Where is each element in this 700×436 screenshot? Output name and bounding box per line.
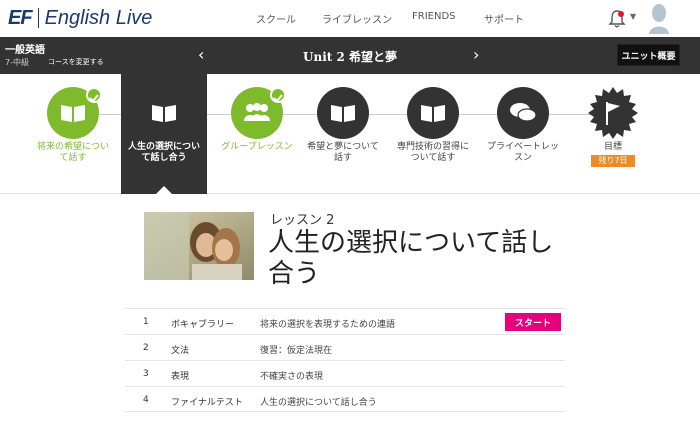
activity-description: 不確実さの表現 (260, 372, 324, 382)
book-icon (61, 105, 85, 122)
lesson-tab-3[interactable]: グループレッスン (214, 74, 300, 194)
activity-number: 4 (143, 395, 149, 405)
notification-dot (618, 11, 624, 17)
lesson-circle (138, 87, 190, 139)
chat-icon (510, 103, 537, 122)
chevron-right-icon[interactable]: › (473, 45, 479, 64)
activity-number: 2 (143, 343, 149, 353)
book-icon (331, 105, 355, 122)
activity-type: 表現 (171, 372, 190, 382)
activity-list: 1 ボキャブラリー 将来の選択を表現するための連語 スタート 2 文法 復習：仮… (125, 308, 565, 412)
lesson-tab-4[interactable]: 希望と夢について話す (300, 74, 386, 194)
logo-mark: EF (8, 6, 33, 29)
top-nav: EF English Live スクール ライブレッスン FRIENDS サポー… (0, 0, 700, 37)
days-left-badge: 残り7日 (591, 155, 635, 167)
unit-overview-button[interactable]: ユニット概要 (617, 44, 680, 66)
flag-icon (588, 87, 638, 139)
lesson-circle (497, 87, 549, 139)
active-indicator (156, 186, 172, 194)
lesson-label: グループレッスン (221, 142, 293, 152)
nav-friends[interactable]: FRIENDS (412, 11, 456, 22)
lesson-tab-2[interactable]: 人生の選択について話し合う (121, 74, 207, 194)
activity-number: 1 (143, 317, 149, 327)
check-icon (86, 87, 102, 103)
lesson-circle (407, 87, 459, 139)
lesson-tab-goal[interactable]: 目標 残り7日 (570, 74, 656, 194)
nav-support[interactable]: サポート (484, 11, 524, 26)
lesson-label: プライベートレッスン (486, 142, 559, 163)
lesson-tab-6[interactable]: プライベートレッスン (480, 74, 566, 194)
lesson-tab-1[interactable]: 将来の希望について話す (30, 74, 116, 194)
activity-type: 文法 (171, 346, 190, 356)
lesson-tab-5[interactable]: 専門技術の習得について話す (390, 74, 476, 194)
activity-row[interactable]: 4 ファイナルテスト 人生の選択について話し合う (125, 386, 565, 412)
lesson-title: 人生の選択について話し合う (268, 228, 554, 289)
group-icon (244, 103, 270, 121)
lesson-label: 人生の選択について話し合う (127, 142, 200, 163)
activity-row[interactable]: 1 ボキャブラリー 将来の選択を表現するための連語 スタート (125, 308, 565, 334)
nav-live-lesson[interactable]: ライブレッスン (322, 11, 392, 26)
avatar[interactable] (648, 2, 670, 34)
logo-divider (37, 8, 39, 28)
chevron-down-icon[interactable]: ▼ (630, 12, 636, 21)
unit-title: Unit 2 希望と夢 (303, 50, 397, 64)
lesson-circle (317, 87, 369, 139)
nav-school[interactable]: スクール (256, 11, 296, 26)
lesson-label: 将来の希望について話す (36, 142, 109, 163)
book-icon (152, 105, 176, 122)
check-icon (270, 87, 286, 103)
book-icon (421, 105, 445, 122)
lesson-label: 専門技術の習得について話す (396, 142, 469, 163)
goal-badge (587, 87, 639, 139)
logo-text: English Live (44, 6, 153, 29)
unit-bar: 一般英語 7-中級 コースを変更する ‹ Unit 2 希望と夢 › ユニット概… (0, 37, 700, 74)
activity-description: 復習：仮定法現在 (260, 346, 333, 356)
ef-logo[interactable]: EF English Live (8, 5, 152, 31)
activity-description: 人生の選択について話し合う (260, 398, 377, 408)
lesson-label: 希望と夢について話す (307, 142, 379, 163)
activity-row[interactable]: 3 表現 不確実さの表現 (125, 360, 565, 386)
start-button[interactable]: スタート (505, 313, 561, 331)
lesson-label: 目標 (603, 142, 622, 152)
activity-description: 将来の選択を表現するための連語 (260, 320, 396, 330)
lesson-strip: 将来の希望について話す 人生の選択について話し合う グループレッスン 希望と夢に… (0, 74, 700, 194)
activity-type: ファイナルテスト (171, 398, 243, 408)
activity-type: ボキャブラリー (171, 320, 235, 330)
activity-row[interactable]: 2 文法 復習：仮定法現在 (125, 334, 565, 360)
activity-number: 3 (143, 369, 149, 379)
lesson-number: レッスン 2 (270, 213, 335, 228)
lesson-photo (144, 212, 254, 280)
